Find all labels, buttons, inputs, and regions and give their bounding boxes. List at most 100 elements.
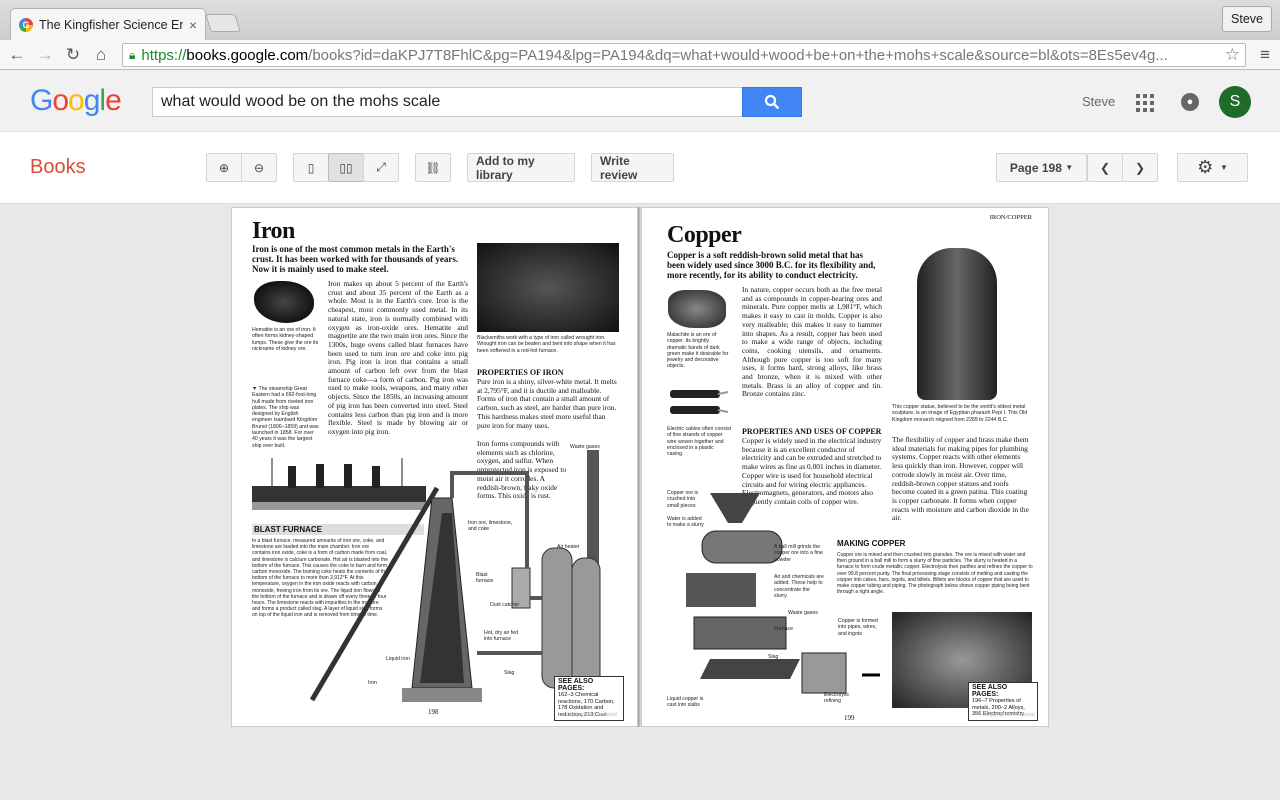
label-liquid-iron: Liquid iron xyxy=(386,656,410,662)
label-furnace: Furnace xyxy=(774,626,794,632)
page-number: 198 xyxy=(428,708,439,716)
watermark: Copyrighted material xyxy=(566,712,617,718)
user-name[interactable]: Steve xyxy=(1082,94,1115,109)
blast-furnace-diagram xyxy=(309,450,601,702)
lock-icon: 🔒︎ xyxy=(129,47,136,62)
fullscreen-icon: ⤢ xyxy=(376,160,386,174)
watermark: Copyrighted material xyxy=(984,712,1035,718)
zoom-out-button[interactable]: ⊖ xyxy=(241,153,277,182)
back-arrow-icon[interactable]: ← xyxy=(6,45,28,65)
link-icon: ⛓︎ xyxy=(425,160,441,175)
zoom-in-button[interactable]: ⊕ xyxy=(206,153,242,182)
label-ore: Iron ore, limestone, and coke xyxy=(468,520,513,533)
label-slag: Slag xyxy=(504,670,515,676)
new-tab-button[interactable] xyxy=(205,14,241,32)
zoom-out-icon: ⊖ xyxy=(253,160,265,175)
avatar[interactable]: S xyxy=(1219,86,1251,118)
copper-statue-photo xyxy=(917,248,997,400)
forward-arrow-icon[interactable]: → xyxy=(34,45,56,65)
label-ball-mill: A ball mill grinds the copper ore into a… xyxy=(774,544,823,563)
book-page-right: IRON/COPPER Copper Copper is a soft redd… xyxy=(641,207,1049,727)
page-title: Copper xyxy=(667,222,742,248)
logo-letter: o xyxy=(68,84,85,117)
two-page-button[interactable]: ▯▯ xyxy=(328,153,364,182)
logo-letter: g xyxy=(83,84,101,117)
url-path: /books?id=daKPJ7T8FhlC&pg=PA194&lpg=PA19… xyxy=(308,46,1168,64)
settings-button[interactable]: ⚙ ▼ xyxy=(1177,153,1248,182)
search-input[interactable]: what would wood be on the mohs scale xyxy=(152,87,744,117)
profile-button[interactable]: Steve xyxy=(1222,6,1272,32)
label-copper-formed: Copper is formed into pipes, wires, and … xyxy=(838,618,878,637)
label-crushed: Copper ore is crushed into small pieces xyxy=(667,490,699,509)
logo-letter: G xyxy=(30,84,53,117)
label-air-heater: Air heater xyxy=(557,544,580,550)
hematite-image xyxy=(254,281,314,323)
cables-illustration xyxy=(670,390,729,414)
home-icon[interactable]: ⌂ xyxy=(90,45,112,65)
chevron-down-icon: ▼ xyxy=(1065,163,1074,172)
single-page-button[interactable]: ▯ xyxy=(293,153,329,182)
url-scheme: https:// xyxy=(141,46,187,64)
blacksmith-caption: Blacksmiths work with a type of iron cal… xyxy=(477,335,616,354)
label-dust-catcher: Dust catcher xyxy=(490,602,520,608)
chevron-down-icon: ▼ xyxy=(1219,163,1228,172)
single-page-icon: ▯ xyxy=(307,160,315,175)
notifications-bell-icon[interactable]: ● xyxy=(1181,93,1199,111)
bookmark-star-icon[interactable]: ☆ xyxy=(1225,45,1240,65)
running-header: IRON/COPPER xyxy=(989,214,1032,221)
page-select[interactable]: Page 198 ▼ xyxy=(996,153,1087,182)
page-select-label: Page 198 xyxy=(1009,160,1062,175)
zoom-in-icon: ⊕ xyxy=(218,160,230,175)
tab-close-icon[interactable]: × xyxy=(189,17,197,33)
books-brand[interactable]: Books xyxy=(30,156,86,179)
two-page-icon: ▯▯ xyxy=(339,160,353,175)
apps-grid-icon[interactable] xyxy=(1136,94,1154,112)
label-air-chemicals: Air and chemicals are added. These help … xyxy=(774,574,824,599)
statue-caption: This copper statue, believed to be the w… xyxy=(892,404,1028,423)
label-waste-gases: Waste gases xyxy=(788,610,818,616)
tab-title: The Kingfisher Science Enc xyxy=(39,17,183,32)
search-icon xyxy=(764,94,780,110)
blacksmith-photo xyxy=(477,243,619,332)
see-also-title: SEE ALSO PAGES: xyxy=(558,678,594,692)
page-title: Iron xyxy=(252,218,295,244)
properties-heading: PROPERTIES AND USES OF COPPER xyxy=(742,427,882,436)
logo-letter: e xyxy=(105,84,122,117)
label-liquid-copper: Liquid copper is cast into slabs xyxy=(667,696,704,709)
previous-page-button[interactable]: ❮ xyxy=(1087,153,1123,182)
add-to-library-button[interactable]: Add to my library xyxy=(467,153,575,182)
browser-tab[interactable]: G The Kingfisher Science Enc × xyxy=(10,8,206,40)
see-also-title: SEE ALSO PAGES: xyxy=(972,684,1008,698)
google-favicon-icon: G xyxy=(19,17,33,32)
page-number: 199 xyxy=(844,714,855,722)
intro-text: Copper is a soft reddish-brown solid met… xyxy=(667,250,876,280)
copper-body-text: In nature, copper occurs both as the fre… xyxy=(742,285,882,399)
address-bar[interactable]: 🔒︎ https://books.google.com/books?id=daK… xyxy=(122,43,1246,67)
fullscreen-button[interactable]: ⤢ xyxy=(363,153,399,182)
link-button[interactable]: ⛓︎ xyxy=(415,153,451,182)
label-electrolytic: Electrolytic refining xyxy=(824,692,850,705)
properties-text: Pure iron is a shiny, silver-white metal… xyxy=(477,377,617,430)
next-page-button[interactable]: ❯ xyxy=(1122,153,1158,182)
label-iron: Iron xyxy=(368,680,377,686)
malachite-caption: Malachite is an ore of copper. Its brigh… xyxy=(667,332,729,370)
malachite-image xyxy=(668,290,726,328)
label-water: Water is added to make a slurry xyxy=(667,516,704,529)
copper-body-text-2: The flexibility of copper and brass make… xyxy=(892,435,1029,523)
google-logo[interactable]: Google xyxy=(30,84,122,118)
book-page-left: Iron Iron is one of the most common meta… xyxy=(231,207,638,727)
hematite-caption: Hematite is an ore of iron. It often for… xyxy=(252,327,319,352)
intro-text: Iron is one of the most common metals in… xyxy=(252,244,459,274)
label-waste-gases: Waste gases xyxy=(570,444,600,450)
chevron-left-icon: ❮ xyxy=(1099,160,1111,175)
label-slag: Slag xyxy=(768,654,779,660)
url-domain: books.google.com xyxy=(186,46,309,64)
cables-caption: Electric cables often consist of fine st… xyxy=(667,426,732,458)
chevron-right-icon: ❯ xyxy=(1134,160,1146,175)
write-review-button[interactable]: Write review xyxy=(591,153,674,182)
logo-letter: o xyxy=(52,84,69,117)
chrome-menu-icon[interactable]: ≡ xyxy=(1260,45,1270,65)
reload-icon[interactable]: ↻ xyxy=(62,45,84,65)
label-blast-furnace: Blast furnace xyxy=(476,572,494,585)
search-button[interactable] xyxy=(742,87,802,117)
